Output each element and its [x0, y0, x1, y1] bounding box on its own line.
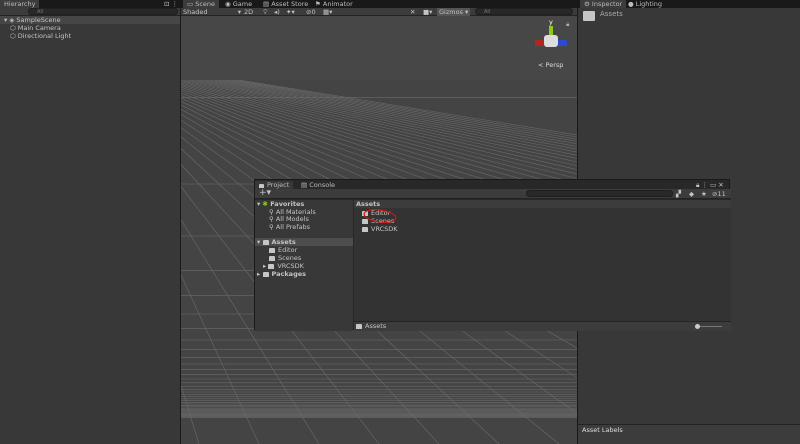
scene-name: SampleScene — [16, 16, 61, 24]
tree-folder[interactable]: ▸ VRCSDK — [263, 262, 304, 270]
icon-size-slider[interactable] — [695, 324, 722, 329]
tab-lighting[interactable]: ● Lighting — [624, 0, 666, 8]
tree-folder[interactable]: Editor — [269, 246, 297, 254]
effects-toggle-icon[interactable]: ✦▾ — [286, 8, 295, 16]
tab-console[interactable]: ▤ Console — [297, 181, 339, 189]
hidden-objects-icon[interactable]: ⊘0 — [306, 8, 316, 16]
favorite-star-icon[interactable]: ★ — [701, 190, 707, 198]
toggle-2d[interactable]: 2D — [244, 8, 253, 16]
hierarchy-item[interactable]: ⬡ Directional Light — [10, 32, 71, 40]
persp-label[interactable]: < Persp — [538, 61, 563, 69]
asset-folder[interactable]: VRCSDK — [362, 225, 398, 233]
scene-row[interactable]: ▾ ◈ SampleScene — [0, 16, 180, 24]
asset-list-header: Assets — [354, 200, 731, 208]
tab-scene[interactable]: ▭ Scene — [183, 0, 220, 8]
favorite-item[interactable]: ⚲ All Prefabs — [269, 223, 310, 231]
asset-labels-header[interactable]: Asset Labels — [582, 426, 623, 434]
tab-animator[interactable]: ⚑ Animator — [311, 0, 357, 8]
tools-icon[interactable]: ✕ — [410, 8, 415, 16]
hidden-packages-toggle[interactable]: ⊘11 — [712, 190, 726, 198]
inspector-title: Assets — [600, 10, 623, 18]
search-by-label-icon[interactable]: ◆ — [689, 190, 694, 198]
footer-path: Assets — [356, 322, 386, 330]
tab-inspector[interactable]: ⚙ Inspector — [580, 0, 627, 8]
gizmos-dropdown[interactable]: Gizmos ▾ — [437, 8, 471, 16]
camera-icon[interactable]: ■▾ — [423, 8, 432, 16]
asset-list: Assets Editor Scenes VRCSDK Assets — [354, 200, 731, 331]
gizmo-axis-y-label: y — [549, 18, 553, 26]
grid-toggle-icon[interactable]: ▦▾ — [323, 8, 332, 16]
orientation-gizmo[interactable]: y 🔒︎ — [531, 18, 571, 54]
packages-row[interactable]: ▸ Packages — [257, 270, 306, 278]
project-search[interactable] — [526, 190, 673, 197]
favorite-item[interactable]: ⚲ All Models — [269, 215, 309, 223]
add-button[interactable]: +▾ — [259, 188, 271, 198]
project-tree: ▾ ✱ Favorites ⚲ All Materials ⚲ All Mode… — [255, 200, 353, 331]
folder-icon — [583, 11, 595, 21]
scene-search[interactable]: All — [475, 8, 573, 15]
tab-hierarchy[interactable]: Hierarchy — [0, 0, 40, 8]
hierarchy-search[interactable]: All — [28, 8, 178, 15]
lock-icon[interactable]: 🔒︎ — [566, 20, 569, 29]
project-window: Project ▤ Console 🔒︎ ⋮ ▭ ✕ +▾ ▞ ◆ ★ ⊘11 … — [254, 179, 731, 331]
shading-dropdown[interactable]: Shaded ▾ — [183, 8, 241, 16]
hierarchy-menu-icon[interactable]: ⊡ ⋮ — [164, 0, 178, 8]
red-annotation-circle — [363, 209, 397, 223]
hierarchy-item[interactable]: ⬡ Main Camera — [10, 24, 61, 32]
favorites-row[interactable]: ▾ ✱ Favorites — [257, 200, 304, 208]
hierarchy-panel: Hierarchy ⊡ ⋮ All ▾ ◈ SampleScene ⬡ Main… — [0, 0, 180, 444]
assets-row[interactable]: ▾ Assets — [255, 238, 353, 246]
tree-folder[interactable]: Scenes — [269, 254, 301, 262]
tab-asset-store[interactable]: ▤ Asset Store — [259, 0, 312, 8]
audio-toggle-icon[interactable]: ◂) — [274, 8, 280, 16]
search-by-type-icon[interactable]: ▞ — [676, 190, 681, 198]
tab-game[interactable]: ◉ Game — [221, 0, 256, 8]
